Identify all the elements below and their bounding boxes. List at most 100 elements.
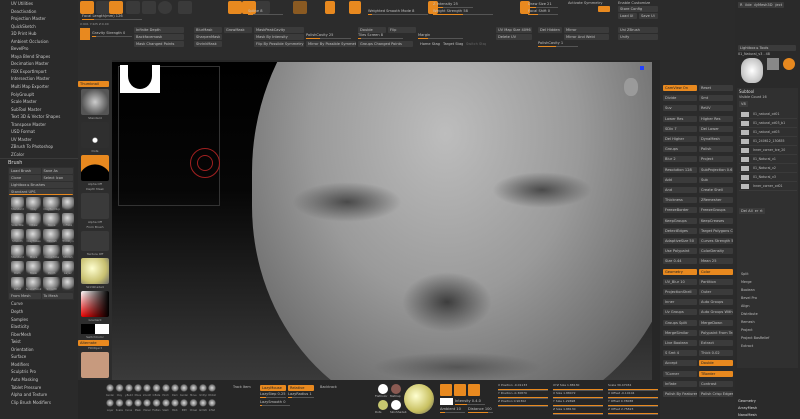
- geometry-option[interactable]: Groups Split: [663, 319, 697, 326]
- focal-shift-slider[interactable]: Focal Shift 0: [528, 9, 558, 15]
- quick-brush[interactable]: Inflat: [207, 398, 216, 412]
- home-stage-button[interactable]: Home Stage: [418, 41, 440, 47]
- target-stage-button[interactable]: Target Stage: [441, 41, 463, 47]
- plugin-menu-item[interactable]: Maya Blend Shapes: [0, 53, 78, 61]
- growmask-button[interactable]: GrowMask: [224, 27, 252, 33]
- geometry-option[interactable]: ColorDensity: [699, 248, 733, 255]
- camera-icon[interactable]: [80, 1, 94, 14]
- lock-icon[interactable]: [96, 1, 110, 14]
- quick-brush[interactable]: Smooth: [143, 383, 152, 397]
- subtool-menu-item[interactable]: Extract: [739, 342, 796, 350]
- alpha-off-slot[interactable]: [81, 193, 109, 219]
- lazysmooth-slider[interactable]: LazySmooth 0: [260, 400, 290, 406]
- blurmask-button[interactable]: BlurMask: [194, 27, 222, 33]
- geometry-option[interactable]: Partition: [699, 278, 733, 285]
- geometry-option[interactable]: Auto Groups With UV: [699, 309, 733, 316]
- quick-brush[interactable]: Pinch: [161, 383, 170, 397]
- geometry-option[interactable]: Add: [663, 176, 697, 183]
- del-hidden-button[interactable]: Del Hidden: [538, 27, 562, 33]
- dots-stroke-icon[interactable]: [81, 122, 109, 148]
- geometry-option[interactable]: SubProjection 0.6: [699, 166, 733, 173]
- gradient-label[interactable]: Gradient: [78, 318, 112, 323]
- position-slider[interactable]: Y Position -0.30870: [498, 391, 548, 399]
- mirror-and-weld-button[interactable]: Mirror And Weld: [564, 34, 609, 40]
- geometry-option[interactable]: Polish By Features: [663, 391, 697, 397]
- from-brush-label[interactable]: From Brush: [78, 225, 112, 230]
- geometry-option[interactable]: Reset: [699, 85, 733, 91]
- quick-brush[interactable]: TrimDyn: [198, 383, 207, 397]
- brush-thumbnail[interactable]: [62, 197, 74, 212]
- geometry-option[interactable]: Blur 2: [663, 156, 697, 163]
- plugin-menu-item[interactable]: QuickSketch: [0, 23, 78, 31]
- thumbnail-button[interactable]: Thumbnail: [78, 81, 109, 87]
- geometry-option[interactable]: Outer: [699, 289, 733, 295]
- shade-icon[interactable]: [158, 1, 172, 14]
- main-color-swatch[interactable]: [95, 324, 109, 334]
- brush-section[interactable]: Samples: [0, 316, 78, 324]
- plugin-menu-item[interactable]: UV Master: [0, 136, 78, 144]
- edit-icon[interactable]: [228, 1, 242, 14]
- brush-thumbnail[interactable]: Layer: [62, 261, 74, 276]
- mask-changed-points-button[interactable]: Mask Changed Points: [134, 41, 184, 47]
- weight-strength-slider[interactable]: Weight Strength 58: [433, 9, 493, 15]
- brush-palette-header[interactable]: Brush: [0, 158, 78, 167]
- plugin-menu-item[interactable]: FBX ExportImport: [0, 68, 78, 76]
- plugin-menu-item[interactable]: USD Format: [0, 128, 78, 136]
- brush-thumbnail[interactable]: TrimDyn: [62, 229, 74, 244]
- brush-section[interactable]: Curve: [0, 300, 78, 308]
- brush-mesh-button[interactable]: From Mesh: [9, 293, 41, 300]
- quick-brush[interactable]: Blob: [170, 398, 179, 412]
- mirror-symmetry-button[interactable]: Mirror By Possible Symmetry: [306, 41, 356, 47]
- geometry-option[interactable]: Divide: [663, 95, 697, 102]
- subtool-item[interactable]: 01_natural_cd03_b1: [739, 119, 797, 128]
- brush-thumbnail[interactable]: Smooth: [11, 229, 24, 244]
- quick-brush[interactable]: Clay: [115, 383, 124, 397]
- brush-section[interactable]: Twist: [0, 338, 78, 346]
- quick-brush[interactable]: Move: [189, 383, 198, 397]
- tool-thumbnail-head[interactable]: [741, 58, 763, 83]
- brush-thumbnail[interactable]: HPolish: [43, 229, 61, 244]
- polish-cavity-2-slider[interactable]: PolishCavity 1: [538, 41, 578, 47]
- tool-thumbnail-star[interactable]: [783, 58, 795, 70]
- brush-thumbnail[interactable]: SelectRe: [11, 213, 24, 228]
- alpha-icon[interactable]: [81, 155, 109, 181]
- brush-thumbnail[interactable]: ClayTubes: [25, 229, 42, 244]
- quick-brush[interactable]: Inflate: [152, 383, 161, 397]
- geometry-option[interactable]: Curves Strength 50: [699, 238, 733, 244]
- polish-cavity-slider[interactable]: PolishCavity 25: [306, 33, 351, 39]
- rgb-icon[interactable]: [325, 1, 335, 14]
- plugin-menu-item[interactable]: Decimation Master: [0, 60, 78, 68]
- plugin-menu-item[interactable]: 3D Print Hub: [0, 30, 78, 38]
- geometry-option[interactable]: Smt: [699, 95, 733, 102]
- geometry-option[interactable]: Auto Groups: [699, 299, 733, 306]
- unify-button[interactable]: Unify: [618, 34, 658, 40]
- geometry-option[interactable]: DetectEdges: [663, 227, 697, 234]
- subtool-menu-item[interactable]: Project: [739, 326, 796, 334]
- subtool-item[interactable]: 01_natural_cd03: [739, 128, 797, 137]
- tiles-screen-slider[interactable]: Tiles Screen 8: [358, 33, 403, 39]
- geometry-option[interactable]: ReUV: [699, 105, 733, 112]
- quick-brush[interactable]: ClayBuildup: [124, 383, 133, 397]
- plugin-menu-item[interactable]: Transpose Master: [0, 121, 78, 129]
- geometry-option[interactable]: S Smt 4: [663, 350, 697, 357]
- delete-uv-button[interactable]: Delete UV: [496, 34, 532, 40]
- geometry-option[interactable]: Color: [699, 268, 733, 275]
- geometry-option[interactable]: Del Higher: [663, 136, 697, 142]
- z-intensity-slider[interactable]: Z Intensity 25: [433, 2, 473, 8]
- symmetry-axis-button[interactable]: [598, 6, 610, 12]
- plugin-menu-item[interactable]: Ambient Occlusion: [0, 38, 78, 46]
- fill-object-button[interactable]: FillObject: [78, 346, 112, 351]
- brush-thumbnail[interactable]: [62, 277, 74, 292]
- geometry-option[interactable]: Uv Groups: [663, 309, 697, 316]
- uni-zbrush-button[interactable]: Uni ZBrush: [618, 27, 658, 33]
- save-ui-button[interactable]: Save Ui: [639, 13, 658, 19]
- backtrack-label[interactable]: Backtrack: [320, 385, 337, 389]
- quick-brush[interactable]: Dam: [170, 383, 179, 397]
- plugin-menu-item[interactable]: PolyGroupIt: [0, 91, 78, 99]
- geometry-option[interactable]: Groups: [663, 146, 697, 153]
- mask-peak-cavity-button[interactable]: MaskPeakCavity: [254, 27, 304, 33]
- geometry-option[interactable]: Size 0.44: [663, 258, 697, 265]
- sharpenmask-button[interactable]: SharpenMask: [194, 34, 222, 40]
- distance-slider[interactable]: Distance 100: [468, 407, 493, 413]
- geometry-option[interactable]: Polish Crisp Edges: [699, 391, 733, 397]
